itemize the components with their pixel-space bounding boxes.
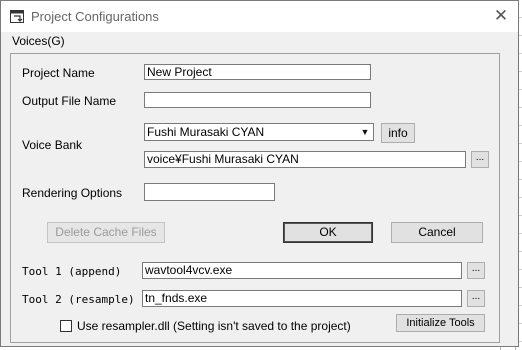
voice-bank-path-input[interactable]: voice¥Fushi Murasaki CYAN <box>144 151 466 168</box>
tool2-label: Tool 2 (resample) <box>22 293 135 306</box>
voice-bank-browse-button[interactable]: ... <box>471 151 489 168</box>
close-icon: ✕ <box>493 6 509 25</box>
output-file-input[interactable] <box>144 92 371 108</box>
project-config-dialog: Project Configurations ✕ Voices(G) Proje… <box>0 0 519 347</box>
tool1-browse-button[interactable]: ... <box>467 262 485 279</box>
initialize-tools-button[interactable]: Initialize Tools <box>396 314 485 332</box>
close-button[interactable]: ✕ <box>490 6 512 26</box>
rendering-options-input[interactable] <box>144 183 275 201</box>
chevron-down-icon[interactable]: ▼ <box>357 124 373 140</box>
output-file-label: Output File Name <box>22 94 117 108</box>
menu-bar: Voices(G) <box>1 32 518 52</box>
tool2-browse-button[interactable]: ... <box>467 290 485 307</box>
project-name-input[interactable]: New Project <box>144 64 371 80</box>
cancel-button[interactable]: Cancel <box>391 222 483 243</box>
delete-cache-button[interactable]: Delete Cache Files <box>47 222 165 243</box>
ok-button[interactable]: OK <box>283 222 373 243</box>
rendering-options-label: Rendering Options <box>22 186 123 200</box>
tool2-input[interactable]: tn_fnds.exe <box>142 290 462 307</box>
voice-bank-selected: Fushi Murasaki CYAN <box>147 125 265 139</box>
settings-panel: Project Name New Project Output File Nam… <box>10 53 500 343</box>
tool1-label: Tool 1 (append) <box>22 265 122 278</box>
resampler-dll-label[interactable]: Use resampler.dll (Setting isn't saved t… <box>77 319 351 333</box>
window-config-icon <box>10 10 24 23</box>
project-name-label: Project Name <box>22 66 95 80</box>
info-button[interactable]: info <box>381 123 415 143</box>
window-title: Project Configurations <box>31 9 159 24</box>
title-bar: Project Configurations ✕ <box>1 1 518 32</box>
voice-bank-label: Voice Bank <box>22 138 83 152</box>
tool1-input[interactable]: wavtool4vcv.exe <box>142 262 462 279</box>
resampler-dll-checkbox[interactable] <box>60 320 72 332</box>
voice-bank-select[interactable]: Fushi Murasaki CYAN ▼ <box>144 123 374 141</box>
menu-voices[interactable]: Voices(G) <box>12 34 65 48</box>
